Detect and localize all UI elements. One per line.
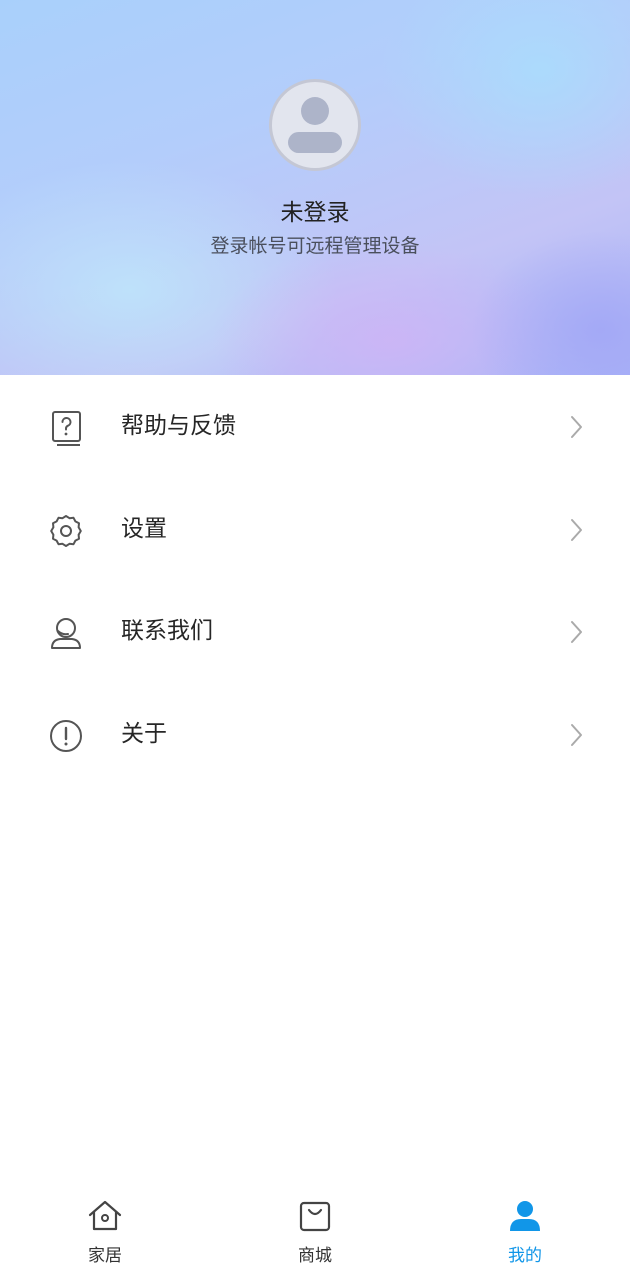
tab-mall[interactable]: 商城 xyxy=(255,1180,375,1280)
menu-item-label: 关于 xyxy=(121,720,167,747)
avatar-head xyxy=(301,97,329,125)
profile-page: 未登录 登录帐号可远程管理设备 帮助与反馈 设置 联系我们 关于 家居 商城 我… xyxy=(0,0,630,1280)
menu-item-contact-us[interactable]: 联系我们 xyxy=(0,580,630,683)
menu-item-label: 联系我们 xyxy=(121,618,213,644)
menu-item-label: 帮助与反馈 xyxy=(121,413,236,439)
chevron-right-icon xyxy=(566,619,586,645)
chevron-right-icon xyxy=(566,414,586,440)
login-status-title[interactable]: 未登录 xyxy=(0,197,630,229)
menu-item-settings[interactable]: 设置 xyxy=(0,478,630,581)
menu-list: 帮助与反馈 设置 联系我们 关于 xyxy=(0,375,630,785)
person-icon xyxy=(507,1198,543,1234)
tab-label: 商城 xyxy=(298,1246,332,1266)
bottom-navigation: 家居 商城 我的 xyxy=(0,1180,630,1280)
tab-label: 我的 xyxy=(508,1246,542,1266)
home-icon xyxy=(87,1198,123,1234)
menu-item-about[interactable]: 关于 xyxy=(0,683,630,786)
customer-service-icon xyxy=(48,615,84,651)
menu-item-label: 设置 xyxy=(121,515,167,542)
login-hint-text: 登录帐号可远程管理设备 xyxy=(210,235,420,257)
avatar[interactable] xyxy=(269,79,361,171)
chevron-right-icon xyxy=(566,722,586,748)
avatar-body xyxy=(288,132,342,153)
gear-icon xyxy=(48,513,84,549)
info-icon xyxy=(48,718,84,754)
menu-item-help-feedback[interactable]: 帮助与反馈 xyxy=(0,375,630,478)
tab-mine[interactable]: 我的 xyxy=(465,1180,585,1280)
tab-label: 家居 xyxy=(88,1246,122,1266)
chevron-right-icon xyxy=(566,517,586,543)
shopping-bag-icon xyxy=(297,1198,333,1234)
profile-header: 未登录 登录帐号可远程管理设备 xyxy=(0,0,630,375)
help-feedback-icon xyxy=(48,410,84,446)
tab-home[interactable]: 家居 xyxy=(45,1180,165,1280)
